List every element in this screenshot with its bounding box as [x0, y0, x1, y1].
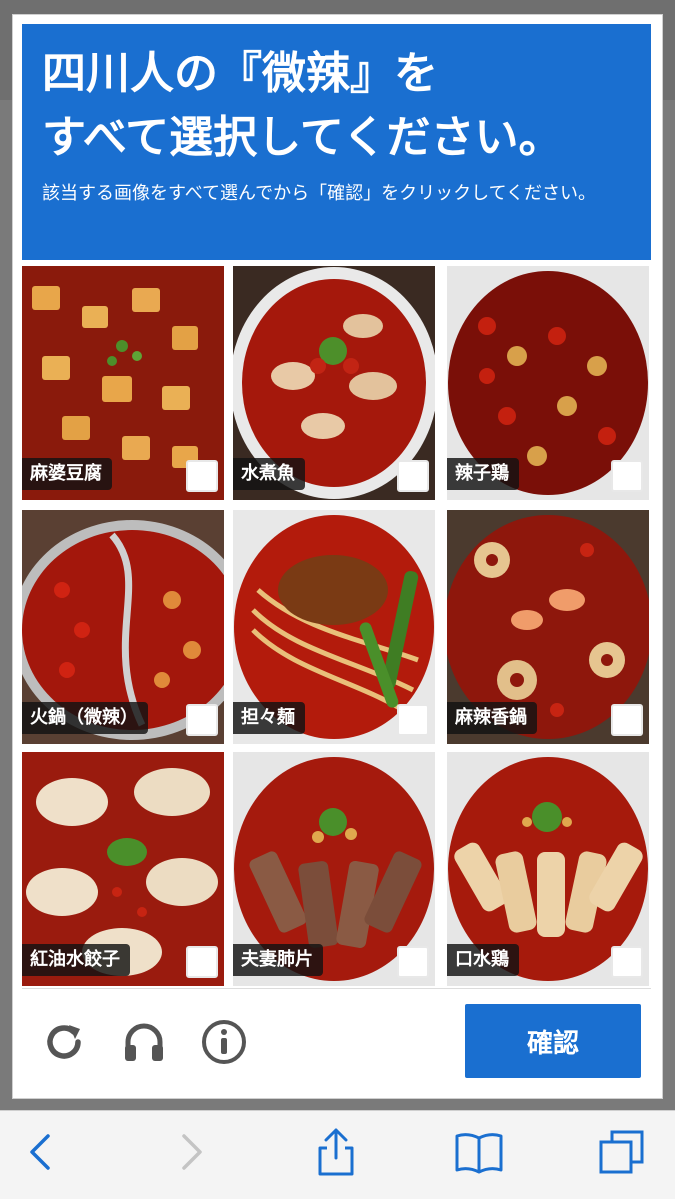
tile-label: 夫妻肺片 — [233, 944, 323, 976]
tile-label: 水煮魚 — [233, 458, 305, 490]
tile-label: 口水鶏 — [447, 944, 519, 976]
tile-checkbox[interactable] — [611, 704, 643, 736]
tile-hotpot[interactable]: 火鍋（微辣） — [22, 510, 224, 744]
headphones-icon[interactable] — [120, 1018, 168, 1066]
captcha-title-line1: 四川人の『微辣』を — [42, 48, 438, 99]
bookmarks-icon[interactable] — [453, 1126, 505, 1178]
tile-checkbox[interactable] — [397, 460, 429, 492]
captcha-title-line2: すべて選択してください。 — [42, 112, 563, 163]
tile-hongyou-shuijiao[interactable]: 紅油水餃子 — [22, 752, 224, 986]
tile-checkbox[interactable] — [397, 704, 429, 736]
tile-koushuiji[interactable]: 口水鶏 — [447, 752, 649, 986]
confirm-button[interactable]: 確認 — [465, 1004, 641, 1078]
tile-checkbox[interactable] — [186, 704, 218, 736]
reload-icon[interactable] — [40, 1018, 88, 1066]
tile-label: 辣子鶏 — [447, 458, 519, 490]
share-icon[interactable] — [310, 1126, 362, 1178]
tile-checkbox[interactable] — [186, 946, 218, 978]
tile-checkbox[interactable] — [397, 946, 429, 978]
tile-label: 紅油水餃子 — [22, 944, 130, 976]
tile-checkbox[interactable] — [611, 460, 643, 492]
tile-fuqifeipian[interactable]: 夫妻肺片 — [233, 752, 435, 986]
captcha-subtitle: 該当する画像をすべて選んでから「確認」をクリックしてください。 — [42, 183, 597, 204]
tile-checkbox[interactable] — [186, 460, 218, 492]
tile-dandanmian[interactable]: 担々麺 — [233, 510, 435, 744]
info-icon[interactable] — [200, 1018, 248, 1066]
forward-icon[interactable] — [166, 1126, 218, 1178]
tile-malaxiangguo[interactable]: 麻辣香鍋 — [447, 510, 649, 744]
back-icon[interactable] — [14, 1126, 66, 1178]
tile-label: 火鍋（微辣） — [22, 702, 148, 734]
tile-label: 麻辣香鍋 — [447, 702, 537, 734]
tile-label: 担々麺 — [233, 702, 305, 734]
tile-label: 麻婆豆腐 — [22, 458, 112, 490]
tile-mapo-tofu[interactable]: 麻婆豆腐 — [22, 266, 224, 500]
footer-divider — [22, 988, 651, 989]
tile-checkbox[interactable] — [611, 946, 643, 978]
tile-shuizhuyu[interactable]: 水煮魚 — [233, 266, 435, 500]
tile-laziji[interactable]: 辣子鶏 — [447, 266, 649, 500]
tabs-icon[interactable] — [596, 1126, 648, 1178]
